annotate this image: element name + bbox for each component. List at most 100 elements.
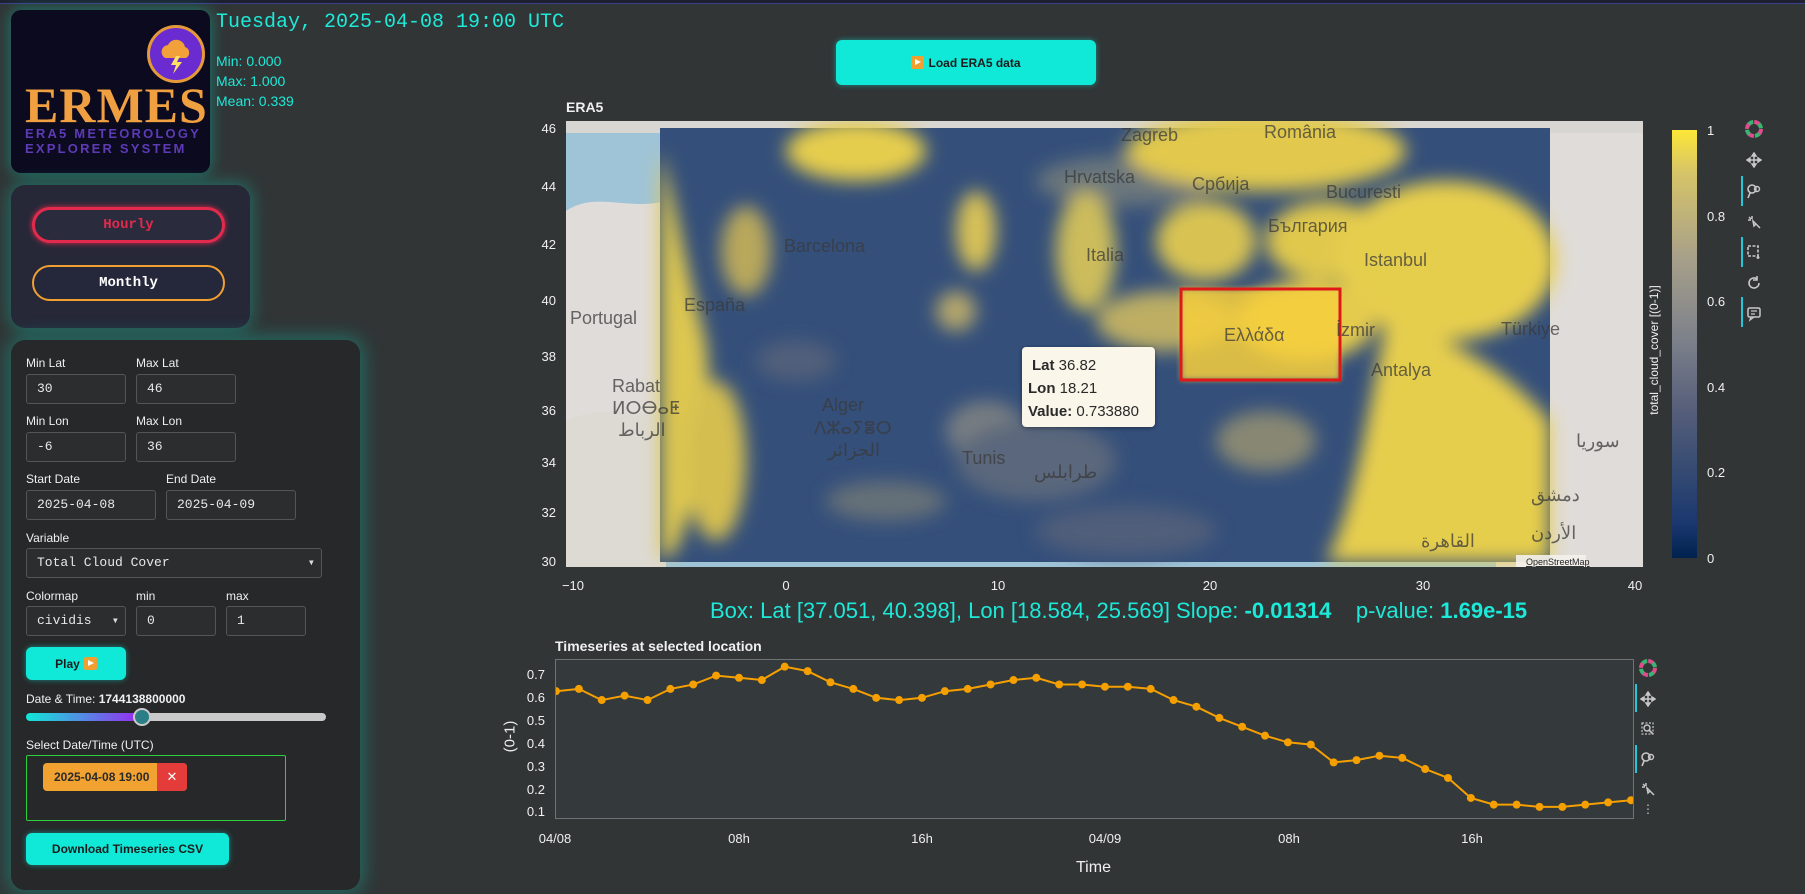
tap-icon[interactable] xyxy=(1745,213,1763,231)
svg-text:القاهرة: القاهرة xyxy=(1421,531,1475,552)
ts-xtick: 16h xyxy=(911,831,933,846)
more-tools-icon[interactable]: ⋮ xyxy=(1639,800,1657,818)
svg-text:سوريا: سوريا xyxy=(1576,431,1620,452)
timeseries-point xyxy=(1283,738,1292,747)
colorbar-label: total_cloud_cover [(0-1)] xyxy=(1647,285,1661,415)
current-datetime: Tuesday, 2025-04-08 19:00 UTC xyxy=(216,11,565,34)
tool-active-indicator xyxy=(1741,237,1743,267)
datetime-slider-thumb[interactable] xyxy=(133,708,151,726)
map-ytick: 36 xyxy=(541,403,556,418)
max-lat-label: Max Lat xyxy=(136,356,179,370)
chip-close-icon[interactable]: ✕ xyxy=(157,763,187,791)
ts-xtick: 08h xyxy=(1278,831,1300,846)
load-era5-button[interactable]: Load ERA5 data xyxy=(836,40,1096,85)
timeseries-point xyxy=(872,693,881,702)
ts-ytick: 0.7 xyxy=(526,667,545,682)
wheel-zoom-icon[interactable] xyxy=(1745,182,1763,200)
timeseries-line xyxy=(555,665,1632,808)
timeseries-point xyxy=(552,687,560,696)
bokeh-logo-icon[interactable] xyxy=(1745,120,1763,138)
datetime-slider-track[interactable] xyxy=(26,713,326,721)
svg-text:Tunis: Tunis xyxy=(962,448,1005,468)
hourly-button[interactable]: Hourly xyxy=(32,207,225,243)
map-label-portugal: Portugal xyxy=(570,308,637,328)
svg-text:ⵍⵔⴱⴰⵟ: ⵍⵔⴱⴰⵟ xyxy=(612,398,680,418)
max-lat-input[interactable]: 46 xyxy=(136,374,236,404)
download-csv-button[interactable]: Download Timeseries CSV xyxy=(26,833,229,865)
map-ytick: 40 xyxy=(541,293,556,308)
datetime-slider-label: Date & Time: 1744138800000 xyxy=(26,692,186,706)
min-lon-input[interactable]: -6 xyxy=(26,432,126,462)
svg-text:România: România xyxy=(1264,122,1337,142)
selected-datetime-chip: 2025-04-08 19:00 ✕ xyxy=(43,763,187,791)
svg-text:دمشق: دمشق xyxy=(1531,485,1580,506)
colorbar-tick: 0.4 xyxy=(1707,380,1726,395)
hover-icon[interactable] xyxy=(1745,305,1763,323)
box-zoom-icon[interactable] xyxy=(1639,720,1657,738)
map-xtick: 10 xyxy=(990,578,1006,593)
map-title: ERA5 xyxy=(566,99,604,115)
pan-icon[interactable] xyxy=(1639,690,1657,708)
timeseries-point xyxy=(734,673,743,682)
storm-cloud-icon xyxy=(147,25,205,83)
timeseries-plot[interactable] xyxy=(552,659,1635,819)
timeseries-point xyxy=(1604,798,1613,807)
stat-mean: Mean: 0.339 xyxy=(216,93,294,109)
timeseries-point xyxy=(1192,702,1201,711)
ts-ytick: 0.5 xyxy=(526,713,545,728)
ts-xlabel: Time xyxy=(1076,859,1111,876)
select-datetime-label: Select Date/Time (UTC) xyxy=(26,738,154,752)
box-select-icon[interactable] xyxy=(1745,243,1763,261)
pan-icon[interactable] xyxy=(1745,151,1763,169)
map-ytick: 32 xyxy=(541,505,556,520)
timeseries-point xyxy=(1055,680,1064,689)
colormap-max-input[interactable]: 1 xyxy=(226,606,306,636)
colormap-select[interactable]: cividis xyxy=(26,606,126,636)
map-xtick: −10 xyxy=(561,578,585,593)
timeseries-canvas xyxy=(552,662,1635,811)
timeseries-point xyxy=(780,662,789,671)
era5-map[interactable]: Portugal España Barcelona Rabat ⵍⵔⴱⴰⵟ ال… xyxy=(566,121,1643,567)
svg-text:Bucuresti: Bucuresti xyxy=(1326,182,1401,202)
monthly-button[interactable]: Monthly xyxy=(32,265,225,301)
min-label: min xyxy=(136,589,156,603)
svg-text:Hrvatska: Hrvatska xyxy=(1064,167,1136,187)
variable-select[interactable]: Total Cloud Cover xyxy=(26,548,322,578)
start-date-input[interactable]: 2025-04-08 xyxy=(26,490,156,520)
timeseries-point xyxy=(1100,682,1109,691)
timeseries-point xyxy=(917,693,926,702)
timeseries-point xyxy=(826,678,835,687)
colorbar-tick: 0.8 xyxy=(1707,209,1726,224)
wheel-zoom-icon[interactable] xyxy=(1639,750,1657,768)
tool-active-indicator xyxy=(1635,684,1637,712)
reset-icon[interactable] xyxy=(1745,274,1763,292)
svg-text:Rabat: Rabat xyxy=(612,376,660,396)
timeseries-point xyxy=(1375,751,1384,760)
play-icon xyxy=(83,657,97,670)
ts-ylabel: (0-1) xyxy=(501,720,519,753)
timeseries-point xyxy=(963,684,972,693)
max-label: max xyxy=(226,589,249,603)
ts-xtick: 04/08 xyxy=(538,831,572,846)
ts-ytick: 0.1 xyxy=(526,804,545,819)
timeseries-point xyxy=(1146,684,1155,693)
end-date-input[interactable]: 2025-04-09 xyxy=(166,490,296,520)
tap-icon[interactable] xyxy=(1639,780,1657,798)
timeseries-point xyxy=(1009,676,1018,685)
max-lon-input[interactable]: 36 xyxy=(136,432,236,462)
variable-label: Variable xyxy=(26,531,70,545)
min-lat-input[interactable]: 30 xyxy=(26,374,126,404)
play-button[interactable]: Play xyxy=(26,647,126,680)
svg-text:Antalya: Antalya xyxy=(1371,360,1432,380)
ts-ytick: 0.6 xyxy=(526,690,545,705)
svg-text:България: България xyxy=(1268,216,1348,236)
datetime-multiselect[interactable]: 2025-04-08 19:00 ✕ xyxy=(26,755,286,821)
colormap-min-input[interactable]: 0 xyxy=(136,606,216,636)
timeseries-point xyxy=(803,667,812,676)
timeseries-point xyxy=(597,696,606,705)
start-date-label: Start Date xyxy=(26,472,81,486)
ts-ytick: 0.4 xyxy=(526,736,545,751)
window-top-bar xyxy=(0,0,1805,4)
bokeh-logo-icon[interactable] xyxy=(1639,659,1657,677)
map-ytick: 38 xyxy=(541,349,556,364)
